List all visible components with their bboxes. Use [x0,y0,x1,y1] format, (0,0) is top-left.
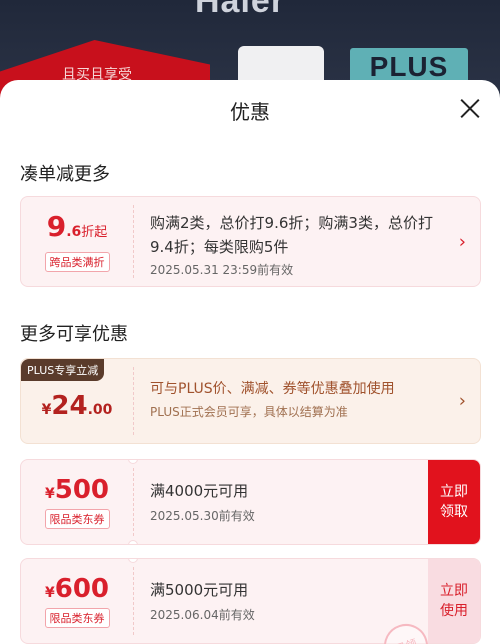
coupon-expiry: 2025.06.04前有效 [150,608,255,622]
brand-logo: Haier [195,0,286,20]
plus-discount-amount: ¥24.00 [41,391,113,421]
chevron-right-icon[interactable]: › [459,231,466,252]
sheet-header: 优惠 [0,80,500,140]
coupon-amount: ¥600 [44,574,110,604]
discount-value: 9.6折起 [46,209,108,243]
sheet-title: 优惠 [230,99,270,124]
chevron-right-icon[interactable]: › [459,391,466,412]
section-title-more-orders: 凑单减更多 [20,164,110,185]
coupon-condition: 满5000元可用 [150,581,249,599]
coupon-expiry: 2025.05.30前有效 [150,509,255,523]
plus-exclusive-tag: PLUS专享立减 [21,359,105,381]
claim-coupon-button[interactable]: 立即 领取 [428,460,480,544]
coupon-amount: ¥500 [44,475,110,505]
close-icon[interactable] [458,96,482,120]
discount-expiry: 2025.05.31 23:59前有效 [150,263,294,277]
use-coupon-button[interactable]: 立即 使用 [428,559,480,643]
discount-badge: 9.6折起 跨品类满折 [21,197,133,286]
coupon-card: ¥500 限品类东券 满4000元可用 2025.05.30前有效 立即 领取 [20,459,481,545]
coupon-condition: 满4000元可用 [150,482,249,500]
coupon-tag: 限品类东券 [44,608,110,628]
discount-tag: 跨品类满折 [44,251,110,272]
plus-discount-card[interactable]: PLUS专享立减 ¥24.00 可与PLUS价、满减、券等优惠叠加使用 PLUS… [20,358,481,444]
discount-sheet: 优惠 凑单减更多 9.6折起 跨品类满折 购满2类，总价打9.6折；购满3类，总… [0,80,500,644]
coupon-tag: 限品类东券 [44,509,110,529]
plus-member-note: PLUS正式会员可享，具体以结算为准 [150,405,348,419]
plus-stack-info: 可与PLUS价、满减、券等优惠叠加使用 [150,381,395,397]
cross-category-discount-card[interactable]: 9.6折起 跨品类满折 购满2类，总价打9.6折；购满3类，总价打9.4折；每类… [20,196,481,287]
section-title-more-discounts: 更多可享优惠 [20,324,128,345]
discount-description: 购满2类，总价打9.6折；购满3类，总价打9.4折；每类限购5件 [150,214,433,256]
